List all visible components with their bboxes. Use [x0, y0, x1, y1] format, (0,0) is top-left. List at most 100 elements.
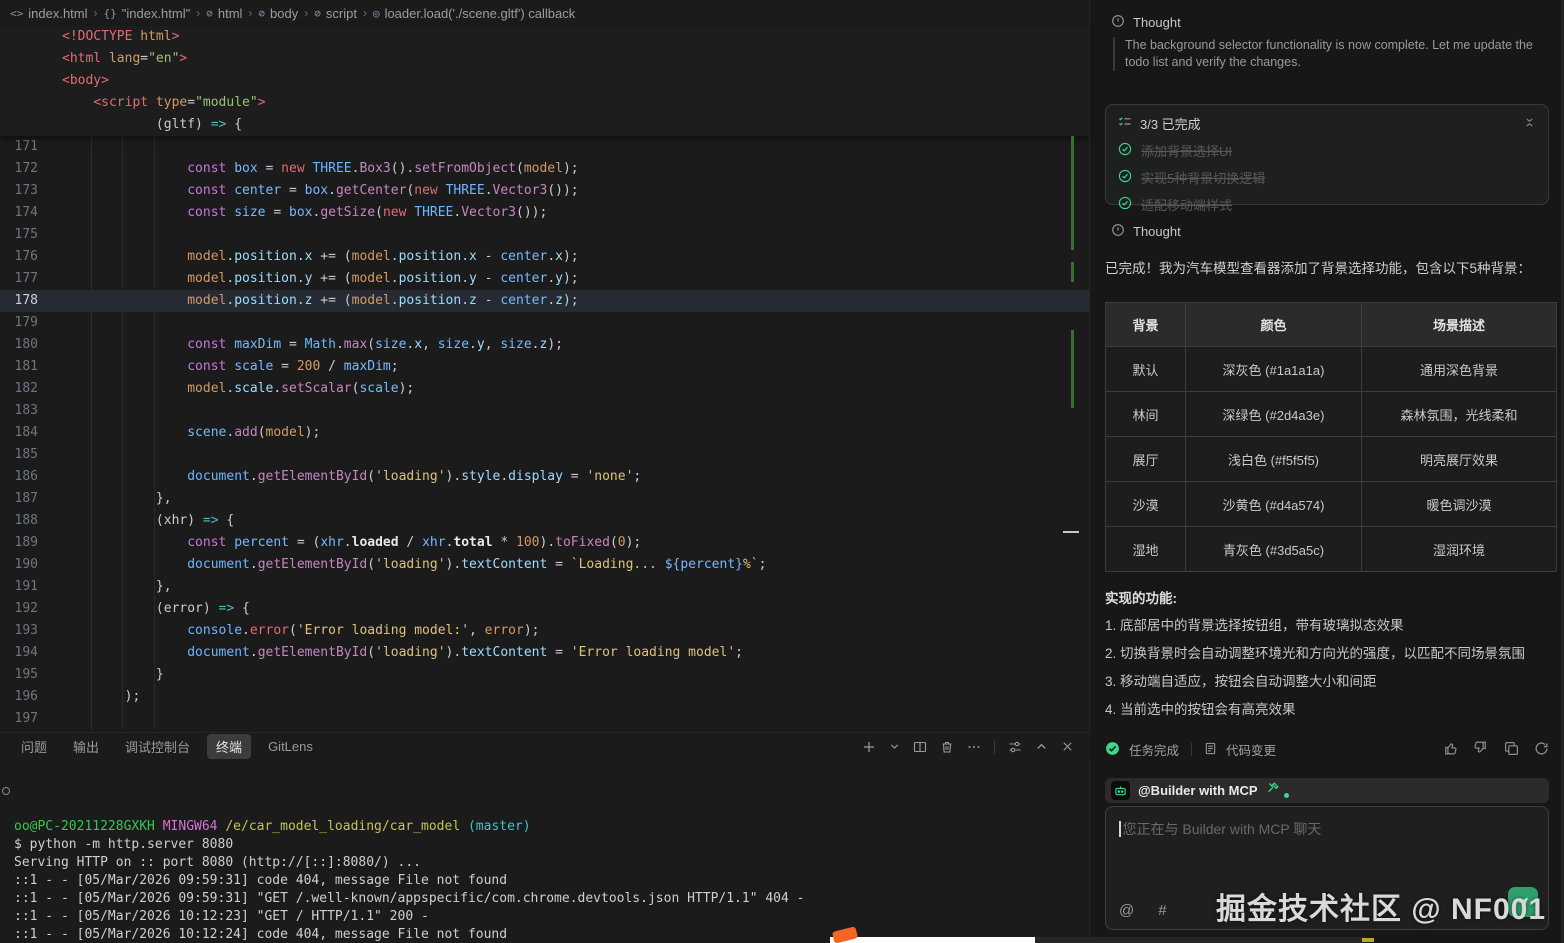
thought-header[interactable]: Thought	[1111, 14, 1181, 31]
table-cell: 展厅	[1106, 437, 1186, 482]
code-line[interactable]: 178 model.position.z += (model.position.…	[0, 290, 1089, 312]
code-token: console	[187, 623, 242, 638]
code-line[interactable]: 180 const maxDim = Math.max(size.x, size…	[0, 334, 1089, 356]
split-terminal-icon[interactable]	[913, 740, 927, 754]
code-line[interactable]: 185	[0, 444, 1089, 466]
code-token: ).	[446, 469, 462, 484]
code-line[interactable]: 197	[0, 708, 1089, 730]
code-token: setScalar	[281, 381, 351, 396]
code-line[interactable]: 173 const center = box.getCenter(new THR…	[0, 180, 1089, 202]
panel-tab-GitLens[interactable]: GitLens	[259, 736, 322, 757]
breadcrumb-separator: ›	[362, 6, 368, 20]
breadcrumb: <>index.html›{}"index.html"›⊘html›⊘body›…	[0, 0, 1089, 26]
panel-tab-终端[interactable]: 终端	[207, 734, 251, 759]
code-line[interactable]: 184 scene.add(model);	[0, 422, 1089, 444]
code-line[interactable]: 186 document.getElementById('loading').s…	[0, 466, 1089, 488]
code-line[interactable]: 177 model.position.y += (model.position.…	[0, 268, 1089, 290]
table-row: 沙漠沙黄色 (#d4a574)暖色调沙漠	[1106, 482, 1557, 527]
terminal-dropdown-icon[interactable]	[889, 741, 900, 752]
code-token: new	[383, 205, 406, 220]
close-panel-icon[interactable]	[1061, 740, 1074, 753]
panel-tab-问题[interactable]: 问题	[12, 734, 56, 759]
code-line[interactable]: 179	[0, 312, 1089, 334]
code-line[interactable]: 176 model.position.x += (model.position.…	[0, 246, 1089, 268]
chat-agent-header[interactable]: @Builder with MCP	[1105, 778, 1549, 803]
thought-header[interactable]: Thought	[1111, 223, 1181, 240]
code-line[interactable]: 189 const percent = (xhr.loaded / xhr.to…	[0, 532, 1089, 554]
code-token: textContent	[461, 557, 547, 572]
code-text: const size = box.getSize(new THREE.Vecto…	[62, 202, 547, 224]
code-token: toFixed	[555, 535, 610, 550]
code-token: xhr	[422, 535, 445, 550]
breadcrumb-item[interactable]: index.html	[28, 6, 87, 21]
breadcrumb-item[interactable]: body	[270, 6, 298, 21]
thumbs-down-icon[interactable]	[1473, 740, 1489, 759]
code-token: (	[289, 623, 297, 638]
table-cell: 林间	[1106, 392, 1186, 437]
code-token	[62, 469, 187, 484]
line-number: 185	[0, 444, 38, 466]
code-token: type	[148, 95, 187, 110]
code-line[interactable]: 194 document.getElementById('loading').t…	[0, 642, 1089, 664]
code-line[interactable]: 195 }	[0, 664, 1089, 686]
code-line[interactable]: 190 document.getElementById('loading').t…	[0, 554, 1089, 576]
code-token	[62, 623, 187, 638]
code-token: /	[320, 359, 343, 374]
line-number: 196	[0, 686, 38, 708]
code-line[interactable]: 196 );	[0, 686, 1089, 708]
code-line[interactable]: 175	[0, 224, 1089, 246]
code-line[interactable]: 188 (xhr) => {	[0, 510, 1089, 532]
terminal-output[interactable]: oo@PC-20211228GXKH MINGW64 /e/car_model_…	[0, 764, 1090, 943]
code-token: += (	[312, 271, 351, 286]
breadcrumb-item[interactable]: html	[218, 6, 243, 21]
code-editor[interactable]: 171172 const box = new THREE.Box3().setF…	[0, 136, 1089, 730]
code-line[interactable]: 182 model.scale.setScalar(scale);	[0, 378, 1089, 400]
regenerate-icon[interactable]	[1534, 741, 1549, 759]
code-line[interactable]: 193 console.error('Error loading model:'…	[0, 620, 1089, 642]
table-header-row: 背景颜色场景描述	[1106, 303, 1557, 347]
code-line[interactable]: 187 },	[0, 488, 1089, 510]
code-token: position	[399, 249, 462, 264]
code-line[interactable]: 181 const scale = 200 / maxDim;	[0, 356, 1089, 378]
terminal-line: ::1 - - [05/Mar/2026 09:59:31] code 404,…	[0, 872, 1090, 890]
code-line[interactable]: 172 const box = new THREE.Box3().setFrom…	[0, 158, 1089, 180]
chat-input-placeholder: 您正在与 Builder with MCP 聊天	[1123, 819, 1322, 839]
code-line[interactable]: 192 (error) => {	[0, 598, 1089, 620]
code-token: -	[477, 249, 500, 264]
sticky-scope-header: <!DOCTYPE html><html lang="en"><body> <s…	[0, 26, 1089, 136]
code-token: .	[461, 249, 469, 264]
thumbs-up-icon[interactable]	[1442, 740, 1458, 759]
code-token: {	[219, 513, 235, 528]
code-token: getSize	[320, 205, 375, 220]
breadcrumb-item[interactable]: script	[326, 6, 357, 21]
mention-button[interactable]: @	[1119, 902, 1134, 919]
context-hash-button[interactable]: #	[1158, 902, 1166, 919]
code-text: },	[62, 576, 172, 598]
code-token: getElementById	[258, 557, 368, 572]
panel-tab-输出[interactable]: 输出	[64, 734, 108, 759]
code-line[interactable]: 171	[0, 136, 1089, 158]
panel-tab-调试控制台[interactable]: 调试控制台	[116, 734, 199, 759]
code-changes-link[interactable]: 代码变更	[1226, 740, 1276, 759]
new-terminal-icon[interactable]	[862, 740, 876, 754]
code-token	[438, 183, 446, 198]
code-token: y	[555, 271, 563, 286]
code-token: ());	[516, 205, 547, 220]
terminal-line: ::1 - - [05/Mar/2026 10:12:23] "GET / HT…	[0, 908, 1090, 926]
table-row: 林间深绿色 (#2d4a3e)森林氛围，光线柔和	[1106, 392, 1557, 437]
panel-settings-icon[interactable]	[1008, 740, 1022, 754]
code-line[interactable]: 183	[0, 400, 1089, 422]
copy-icon[interactable]	[1504, 741, 1519, 759]
maximize-panel-icon[interactable]	[1035, 740, 1048, 753]
more-actions-icon[interactable]	[967, 740, 981, 754]
code-line[interactable]: 174 const size = box.getSize(new THREE.V…	[0, 202, 1089, 224]
breadcrumb-item[interactable]: loader.load('./scene.gltf') callback	[385, 6, 576, 21]
kill-terminal-icon[interactable]	[940, 740, 954, 754]
code-line[interactable]: 191 },	[0, 576, 1089, 598]
mcp-tools-icon	[1266, 781, 1280, 800]
code-token: = (	[289, 535, 320, 550]
breadcrumb-item[interactable]: "index.html"	[122, 6, 190, 21]
table-cell: 默认	[1106, 347, 1186, 392]
code-token: =	[563, 469, 586, 484]
collapse-todo-icon[interactable]	[1523, 116, 1536, 132]
